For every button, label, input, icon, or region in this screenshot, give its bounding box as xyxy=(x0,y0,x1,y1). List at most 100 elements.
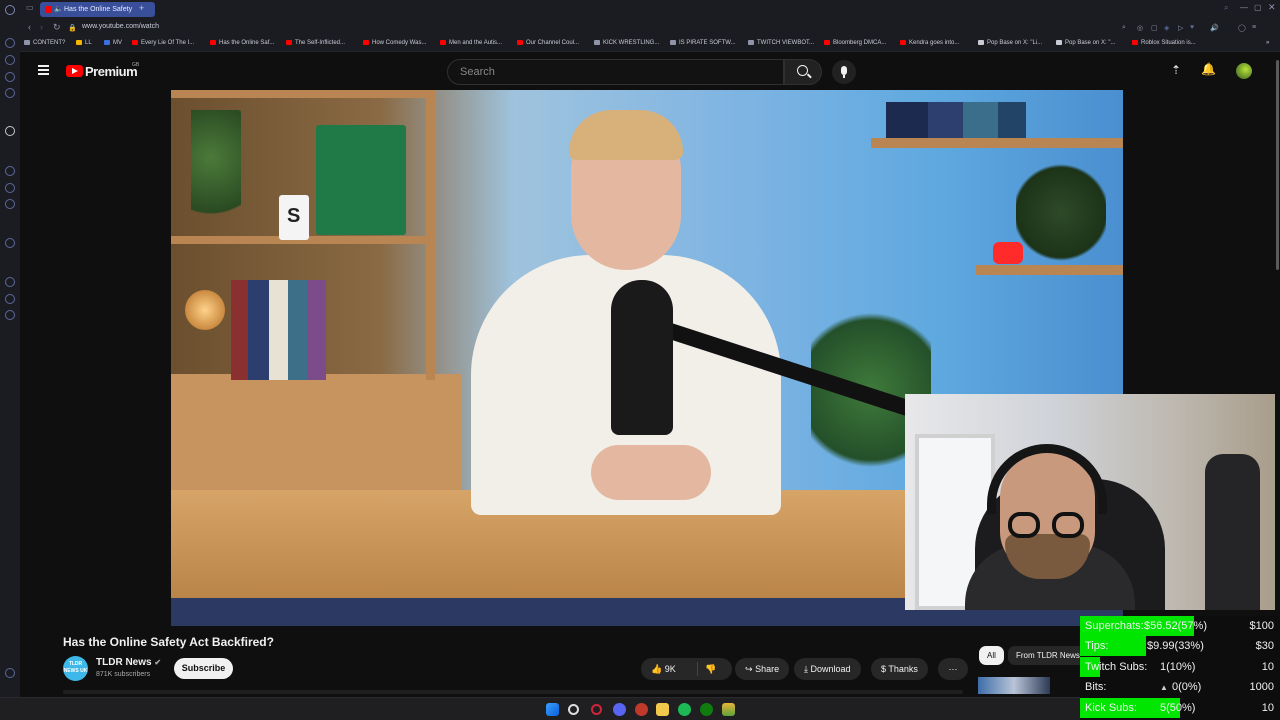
close-icon[interactable]: ✕ xyxy=(1268,2,1276,13)
bookmark-item[interactable]: LL xyxy=(76,40,92,46)
bookmarks-overflow-icon[interactable]: » xyxy=(1266,40,1269,46)
bookmark-item[interactable]: How Comedy Was... xyxy=(363,40,426,46)
bookmark-item[interactable]: Men and the Autis... xyxy=(440,40,502,46)
avatar[interactable] xyxy=(1236,63,1252,79)
obs-icon[interactable] xyxy=(635,703,648,716)
play-icon[interactable]: ▷ xyxy=(1178,24,1183,32)
voice-search-button[interactable] xyxy=(832,60,856,84)
chip-all[interactable]: All xyxy=(979,646,1004,665)
search-input[interactable]: Search xyxy=(447,59,784,85)
youtube-logo-icon[interactable] xyxy=(66,65,83,77)
search-tabs-icon[interactable]: ⌕ xyxy=(1224,3,1228,13)
minimize-icon[interactable]: — xyxy=(1240,3,1248,12)
messenger-icon[interactable] xyxy=(5,72,15,82)
dislike-button[interactable]: 👎 xyxy=(705,658,716,680)
snapshot-icon[interactable]: ▢ xyxy=(1151,24,1158,32)
lamp xyxy=(185,290,225,330)
vpn-icon[interactable]: ◈ xyxy=(1164,24,1169,32)
discord-icon[interactable] xyxy=(5,183,15,193)
bookmark-item[interactable]: CONTENT? xyxy=(24,40,65,46)
settings-icon[interactable] xyxy=(5,310,15,320)
bookmark-item[interactable]: KICK WRESTLING... xyxy=(594,40,659,46)
bookmark-item[interactable]: MV xyxy=(104,40,122,46)
hamburger-menu-icon[interactable] xyxy=(38,65,49,67)
forward-icon[interactable]: › xyxy=(40,22,43,32)
search-button[interactable] xyxy=(784,59,822,85)
shelf xyxy=(171,90,436,98)
bookmarks-bar: CONTENT? LL MV Every Lie Of The I... Has… xyxy=(20,38,1280,52)
url-field[interactable]: www.youtube.com/watch xyxy=(82,23,159,30)
description-box[interactable] xyxy=(63,690,963,694)
tab-youtube[interactable]: 🔈 Has the Online Safety xyxy=(40,2,155,17)
twitch-icon[interactable] xyxy=(5,166,15,176)
podcast-microphone xyxy=(611,280,673,435)
profile-icon[interactable]: ◯ xyxy=(1238,24,1246,32)
back-icon[interactable]: ‹ xyxy=(28,22,31,32)
recommended-thumbnail[interactable] xyxy=(978,677,1050,694)
opera-icon[interactable] xyxy=(591,704,602,715)
goal-twitch-subs: Twitch Subs: 1(10%) 10 xyxy=(1080,657,1280,677)
like-button[interactable]: 👍 9K xyxy=(651,658,676,680)
bookmark-item[interactable]: TWITCH VIEWBOT... xyxy=(748,40,814,46)
presenter-hair xyxy=(569,110,683,160)
bookmark-item[interactable]: Kendra goes into... xyxy=(900,40,959,46)
speaker-icon[interactable]: 🔊 xyxy=(1210,24,1219,32)
new-tab-icon[interactable]: + xyxy=(139,3,144,13)
discord-icon[interactable] xyxy=(613,703,626,716)
premium-logo-text[interactable]: Premium xyxy=(85,64,138,79)
extensions-icon[interactable]: ◎ xyxy=(1137,24,1143,32)
spotify-icon[interactable] xyxy=(678,703,691,716)
easy-setup-icon[interactable]: ≡ xyxy=(1252,24,1256,31)
thanks-button[interactable]: $ Thanks xyxy=(871,658,928,680)
file-explorer-icon[interactable] xyxy=(656,703,669,716)
notifications-bell-icon[interactable]: 🔔 xyxy=(1201,62,1216,76)
bookmark-item[interactable]: Pop Base on X: "... xyxy=(1056,40,1116,46)
maximize-icon[interactable]: ▢ xyxy=(1254,3,1262,12)
bookmark-item[interactable]: Pop Base on X: "Li... xyxy=(978,40,1042,46)
lock-icon[interactable]: 🔒 xyxy=(68,24,77,32)
search-icon[interactable] xyxy=(568,704,579,715)
reload-icon[interactable]: ↻ xyxy=(53,22,61,33)
bookmark-item[interactable]: Our Channel Coul... xyxy=(517,40,579,46)
plant xyxy=(191,110,241,230)
bookmark-item[interactable]: Every Lie Of The I... xyxy=(132,40,194,46)
xbox-icon[interactable] xyxy=(700,703,713,716)
more-icon[interactable] xyxy=(5,668,15,678)
home-icon[interactable] xyxy=(5,38,15,48)
zoom-icon[interactable]: ⌕ xyxy=(1122,24,1126,32)
app-icon[interactable] xyxy=(722,703,735,716)
share-button[interactable]: ↪ Share xyxy=(735,658,790,680)
instagram-icon[interactable] xyxy=(5,199,15,209)
glasses xyxy=(1008,512,1040,538)
more-actions-button[interactable]: ⋯ xyxy=(938,658,968,680)
subscribe-button[interactable]: Subscribe xyxy=(174,658,233,679)
bookmark-item[interactable]: Bloomberg DMCA... xyxy=(824,40,886,46)
chip-from-channel[interactable]: From TLDR News xyxy=(1008,646,1088,665)
player-icon[interactable] xyxy=(5,238,15,248)
speaker-icon[interactable]: 🔈 xyxy=(54,2,63,17)
aria-icon[interactable] xyxy=(5,126,15,136)
opera-logo-icon[interactable] xyxy=(5,5,15,15)
bookmark-item[interactable]: The Self-Inflicted... xyxy=(286,40,345,46)
history-icon[interactable] xyxy=(5,277,15,287)
verified-icon: ✔ xyxy=(154,658,162,667)
windows-start-icon[interactable] xyxy=(546,703,559,716)
tab-menu-icon[interactable]: ▭ xyxy=(26,3,34,12)
download-button[interactable]: ⤓ Download xyxy=(794,658,861,680)
upload-icon[interactable]: ⇡ xyxy=(1171,63,1181,77)
video-info: Has the Online Safety Act Backfired? TLD… xyxy=(20,626,1088,694)
bookmark-item[interactable]: Roblox Situation is... xyxy=(1132,40,1196,46)
channel-name[interactable]: TLDR News ✔ xyxy=(96,657,161,668)
scrollbar-thumb[interactable] xyxy=(1276,60,1279,270)
windows-taskbar xyxy=(0,697,1080,720)
s-logo-block: S xyxy=(279,195,309,240)
bookmark-item[interactable]: Has the Online Saf... xyxy=(210,40,274,46)
downloads-icon[interactable] xyxy=(5,294,15,304)
chat-icon[interactable] xyxy=(5,88,15,98)
bookmark-item[interactable]: IS PIRATE SOFTW... xyxy=(670,40,736,46)
scrollbar[interactable] xyxy=(1275,52,1280,612)
bag-icon[interactable] xyxy=(5,55,15,65)
channel-avatar[interactable]: TLDR NEWS UK xyxy=(63,656,88,681)
stream-goals-overlay: Superchats: $56.52(57%) $100 Tips: $9.99… xyxy=(1080,616,1280,720)
heart-icon[interactable]: ♥ xyxy=(1190,24,1194,31)
